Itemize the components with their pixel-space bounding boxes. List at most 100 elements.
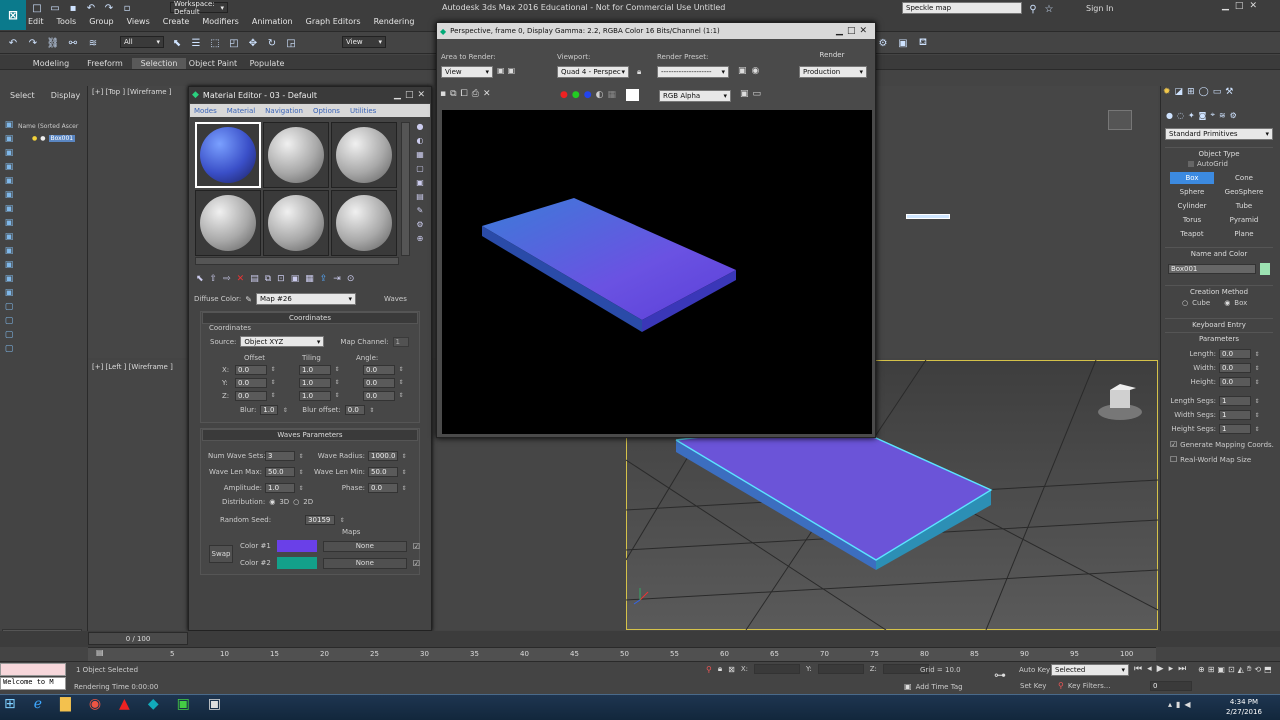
spinner-icon[interactable]: ⇕ [298,453,304,459]
background-icon[interactable]: ▦ [416,150,424,159]
mat-menu-navigation[interactable]: Navigation [265,107,303,115]
waves-rollout-header[interactable]: Waves Parameters [202,429,418,441]
spinner-icon[interactable]: ⇕ [401,453,407,459]
top-view-box[interactable] [906,214,950,219]
volume-icon[interactable]: ◀ [1184,700,1190,709]
width-input[interactable]: 0.0 [1219,363,1251,373]
spinner-icon[interactable]: ⇕ [398,393,404,399]
maxscript-listener-pink[interactable] [0,663,66,676]
maximize-icon[interactable]: □ [1235,1,1244,11]
select-by-material-icon[interactable]: ⚙ [416,220,423,229]
time-slider[interactable]: 0 / 100 [88,632,188,645]
camtasia-recorder-icon[interactable]: ▣ [208,696,221,712]
lenmax-input[interactable]: 50.0 [265,467,295,477]
color2-map-button[interactable]: None [322,557,407,569]
sample-slot[interactable] [263,122,329,188]
tab-populate[interactable]: Populate [240,58,294,69]
window-crossing-icon[interactable]: ◰ [227,36,241,50]
motion-tab-icon[interactable]: ◯ [1199,87,1209,97]
real-world-checkbox[interactable]: ☐ [1170,455,1177,464]
star-icon[interactable]: ☆ [1042,2,1056,16]
object-color-swatch[interactable] [1260,263,1270,275]
modify-tab-icon[interactable]: ◪ [1175,87,1184,97]
display-tab-icon[interactable]: ▭ [1213,87,1222,97]
go-start-icon[interactable]: ⏮ [1134,664,1142,674]
source-dropdown[interactable]: Object XYZ ▾ [240,336,325,347]
preset-dropdown[interactable]: -------------------- ▾ [657,66,729,78]
red-channel-icon[interactable]: ● [560,90,568,100]
open-icon[interactable]: ▭ [48,1,62,15]
angle-x-input[interactable]: 0.0 [363,364,395,375]
hold-icon[interactable]: ▫ [120,1,134,15]
helpers-icon[interactable]: ⌖ [1210,110,1215,120]
edit-region-icon[interactable]: ▣ [497,66,505,75]
spinner-icon[interactable]: ⇕ [1254,426,1260,432]
spinner-icon[interactable]: ⇕ [270,393,276,399]
offset-y-input[interactable]: 0.0 [235,377,267,388]
render-icon[interactable]: ⛾ [916,36,930,50]
color2-swatch[interactable] [276,557,317,569]
hsegs-input[interactable]: 1 [1219,424,1251,434]
eye-icon[interactable]: ● [40,135,45,142]
explorer-icon[interactable]: ▇ [60,696,71,712]
render-setup-icon[interactable]: ⚙ [876,36,890,50]
clock[interactable]: 4:34 PM 2/27/2016 [1226,697,1262,717]
get-material-icon[interactable]: ⬉ [196,274,204,284]
tab-select[interactable]: Select [10,91,35,100]
binoculars-icon[interactable]: ⚲ [1026,2,1040,16]
spinner-icon[interactable]: ⇕ [282,407,288,413]
mat-menu-options[interactable]: Options [313,107,340,115]
display-warps-icon[interactable]: ▣ [5,204,14,214]
timeline-scale-icon[interactable]: ▤ [96,648,104,657]
redo-icon[interactable]: ↷ [102,1,116,15]
angle-y-input[interactable]: 0.0 [363,377,395,388]
lenmin-input[interactable]: 50.0 [368,467,398,477]
hierarchy-tab-icon[interactable]: ⊞ [1187,87,1195,97]
x-field[interactable] [753,664,800,674]
uv-tiling-icon[interactable]: ▢ [416,164,424,173]
filter-icon[interactable]: ▢ [5,316,14,326]
redo-icon[interactable]: ↷ [26,36,40,50]
color1-checkbox[interactable]: ☑ [413,542,420,551]
channel-dropdown[interactable]: RGB Alpha ▾ [659,90,731,102]
eyedropper-icon[interactable]: ✎ [245,295,252,304]
key-mode-icon[interactable]: ⊶ [994,668,1006,682]
menu-item-create[interactable]: Create [163,17,190,26]
sample-slot[interactable] [195,190,261,256]
sort-icon[interactable]: ▢ [5,302,14,312]
acrobat-icon[interactable]: ▲ [119,696,130,712]
spinner-icon[interactable]: ⇕ [334,393,340,399]
lock-selection-icon[interactable]: 🔒︎ [718,664,722,674]
render-button[interactable]: Render [800,49,864,61]
spinner-icon[interactable]: ⇕ [270,380,276,386]
map-channel-input[interactable]: 1 [392,336,409,347]
abs-mode-icon[interactable]: ⊠ [728,665,735,674]
blur-input[interactable]: 1.0 [260,405,279,415]
zoom-extents-all-icon[interactable]: ⊡ [1228,665,1235,674]
systems-icon[interactable]: ⚙ [1230,111,1237,120]
select-object-icon[interactable]: ⬉ [170,36,184,50]
sign-in-link[interactable]: Sign In [1086,4,1113,13]
color1-swatch[interactable] [276,540,317,552]
shapes-icon[interactable]: ◌ [1177,111,1184,120]
viewcube-icon[interactable] [1098,384,1142,420]
hierarchy-icon[interactable]: ▢ [5,330,14,340]
render-setup-icon[interactable]: ▣ [738,66,747,76]
area-dropdown[interactable]: View ▾ [441,66,493,78]
show-shaded-icon[interactable]: ▣ [291,274,300,284]
show-end-result-icon[interactable]: ▦ [305,274,314,284]
display-helpers-icon[interactable]: ▣ [5,190,14,200]
sample-slot[interactable] [263,190,329,256]
sample-slot[interactable] [195,122,261,188]
bind-space-warp-icon[interactable]: ≋ [86,36,100,50]
orbit-icon[interactable]: ⟲ [1254,665,1261,674]
sample-slot[interactable] [331,190,397,256]
autogrid-checkbox[interactable] [1188,161,1194,167]
zoom-all-icon[interactable]: ⊞ [1208,665,1215,674]
spinner-icon[interactable]: ⇕ [334,367,340,373]
menu-item-edit[interactable]: Edit [28,17,44,26]
camtasia-icon[interactable]: ▣ [177,696,190,712]
spinner-icon[interactable]: ⇕ [398,380,404,386]
minimize-icon[interactable]: ▁ [394,90,401,100]
layers-icon[interactable]: ▢ [5,344,14,354]
